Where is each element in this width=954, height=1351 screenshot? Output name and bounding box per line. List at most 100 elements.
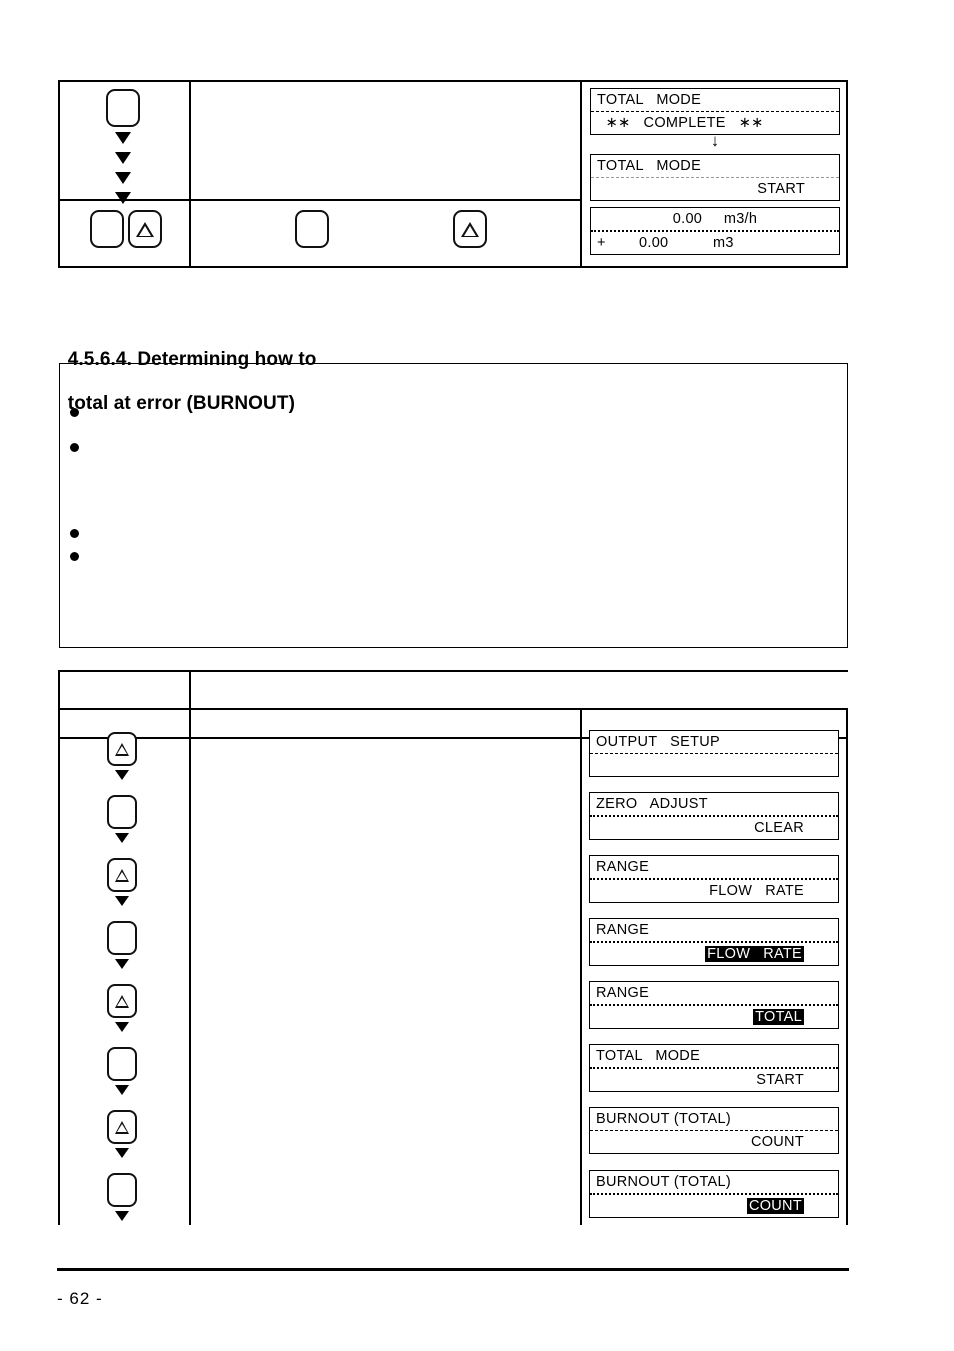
top-table-key-column	[58, 80, 189, 268]
lcd-line-1: BURNOUT (TOTAL)	[590, 1108, 838, 1131]
step-key-cell	[107, 1173, 137, 1221]
top-table-middle-column	[189, 199, 580, 268]
footer-rule	[57, 1268, 849, 1271]
list-item	[70, 529, 89, 538]
down-arrow-icon	[115, 192, 131, 204]
step-key-cell	[107, 921, 137, 969]
lcd-selected-value: TOTAL	[753, 1009, 804, 1025]
step-key-cell	[107, 858, 137, 906]
down-arrow-icon	[115, 770, 129, 780]
triangle-key-icon[interactable]	[107, 984, 137, 1018]
lcd-line-1: TOTAL MODE	[590, 1045, 838, 1069]
blank-key-icon[interactable]	[106, 89, 140, 127]
lcd-line-2	[590, 754, 838, 776]
lcd-line-1: BURNOUT (TOTAL)	[590, 1171, 838, 1195]
triangle-glyph-icon	[115, 994, 129, 1008]
lcd-line-1: RANGE	[590, 856, 838, 880]
lcd-readout-line-1: 0.00 m3/h	[591, 208, 839, 232]
blank-key-icon[interactable]	[295, 210, 329, 248]
bottom-table-col-divider-1	[189, 670, 191, 1225]
blank-key-icon[interactable]	[107, 921, 137, 955]
notes-box	[59, 363, 848, 648]
blank-key-icon[interactable]	[90, 210, 124, 248]
triangle-glyph-icon	[461, 221, 479, 237]
down-arrow-icon	[115, 1211, 129, 1221]
list-item	[70, 443, 89, 452]
triangle-key-icon[interactable]	[107, 1110, 137, 1144]
lcd-selected-value: FLOW RATE	[705, 946, 804, 962]
step-key-cell	[107, 732, 137, 780]
bullet-icon	[70, 552, 79, 561]
lcd-panel-total-mode-complete: TOTAL MODE ∗∗ COMPLETE ∗∗	[590, 88, 840, 135]
top-table-display-column: TOTAL MODE ∗∗ COMPLETE ∗∗ ↓ TOTAL MODE S…	[580, 80, 846, 268]
lcd-selected-value: COUNT	[746, 1198, 804, 1214]
lcd-line-2: FLOW RATE	[590, 943, 838, 965]
lcd-line-1: RANGE	[590, 919, 838, 943]
lcd-panel-flow-readout: 0.00 m3/h + 0.00 m3	[590, 207, 840, 255]
lcd-line-1: TOTAL MODE	[591, 155, 839, 178]
triangle-key-icon[interactable]	[453, 210, 487, 248]
down-arrow-icon	[115, 833, 129, 843]
down-arrow-icon	[115, 152, 131, 164]
lcd-line-1: OUTPUT SETUP	[590, 731, 838, 754]
readout-unit: m3	[713, 235, 734, 251]
triangle-key-icon[interactable]	[128, 210, 162, 248]
lcd-line-2: START	[757, 181, 805, 197]
step-key-cell	[107, 1047, 137, 1095]
down-arrow-icon	[115, 172, 131, 184]
down-arrow-icon	[115, 1148, 129, 1158]
blank-key-icon[interactable]	[107, 795, 137, 829]
lcd-panel-burnout-total-count-selected: BURNOUT (TOTAL) COUNT	[589, 1170, 839, 1218]
top-procedure-table: TOTAL MODE ∗∗ COMPLETE ∗∗ ↓ TOTAL MODE S…	[58, 80, 848, 268]
bottom-procedure-table: OUTPUT SETUP ZERO ADJUST CLEAR RANGE FLO…	[58, 670, 848, 1225]
bottom-table-border-left	[58, 670, 60, 1225]
bottom-table-col-divider-2	[580, 708, 582, 1225]
blank-key-icon[interactable]	[107, 1047, 137, 1081]
lcd-line-2: CLEAR	[754, 820, 804, 836]
lcd-line-1: TOTAL MODE	[591, 89, 839, 112]
lcd-line-2: COUNT	[750, 1134, 804, 1150]
triangle-glyph-icon	[136, 221, 154, 237]
triangle-glyph-icon	[115, 1120, 129, 1134]
lcd-panel-range-total-selected: RANGE TOTAL	[589, 981, 839, 1029]
down-arrow-icon	[115, 1085, 129, 1095]
bottom-table-border-right	[846, 708, 848, 1225]
lcd-line-2: COUNT	[590, 1195, 838, 1217]
down-arrow-icon	[115, 132, 131, 144]
lcd-panel-range-flow-rate-selected: RANGE FLOW RATE	[589, 918, 839, 966]
triangle-key-icon[interactable]	[107, 858, 137, 892]
lcd-line-1: RANGE	[590, 982, 838, 1006]
down-arrow-icon	[115, 959, 129, 969]
bottom-table-border-top	[58, 670, 848, 672]
lcd-panel-burnout-total-count: BURNOUT (TOTAL) COUNT	[589, 1107, 839, 1154]
lcd-panel-total-mode-start: TOTAL MODE START	[590, 154, 840, 201]
lcd-line-2: START	[756, 1072, 804, 1088]
triangle-glyph-icon	[115, 742, 129, 756]
transition-arrow-down: ↓	[710, 131, 720, 150]
lcd-panel-zero-adjust: ZERO ADJUST CLEAR	[589, 792, 839, 840]
lcd-line-2: FLOW RATE	[709, 883, 804, 899]
readout-sign: +	[597, 235, 606, 251]
bullet-icon	[70, 408, 79, 417]
readout-value: 0.00	[639, 235, 669, 251]
lcd-line-1: ZERO ADJUST	[590, 793, 838, 817]
bottom-table-header-rule	[58, 708, 848, 710]
blank-key-icon[interactable]	[107, 1173, 137, 1207]
list-item	[70, 408, 89, 417]
lcd-panel-range-flow-rate: RANGE FLOW RATE	[589, 855, 839, 903]
down-arrow-icon	[115, 896, 129, 906]
lcd-line-2: TOTAL	[590, 1006, 838, 1028]
triangle-key-icon[interactable]	[107, 732, 137, 766]
lcd-panel-output-setup: OUTPUT SETUP	[589, 730, 839, 777]
top-table-border-right	[846, 80, 848, 268]
lcd-panel-total-mode-start: TOTAL MODE START	[589, 1044, 839, 1092]
step-key-cell	[107, 795, 137, 843]
lcd-readout-line-2: + 0.00 m3	[591, 232, 839, 254]
bullet-icon	[70, 443, 79, 452]
down-arrow-icon	[115, 1022, 129, 1032]
step-key-cell	[107, 1110, 137, 1158]
bullet-icon	[70, 529, 79, 538]
step-key-cell	[107, 984, 137, 1032]
list-item	[70, 552, 89, 561]
page-number: - 62 -	[57, 1289, 103, 1308]
